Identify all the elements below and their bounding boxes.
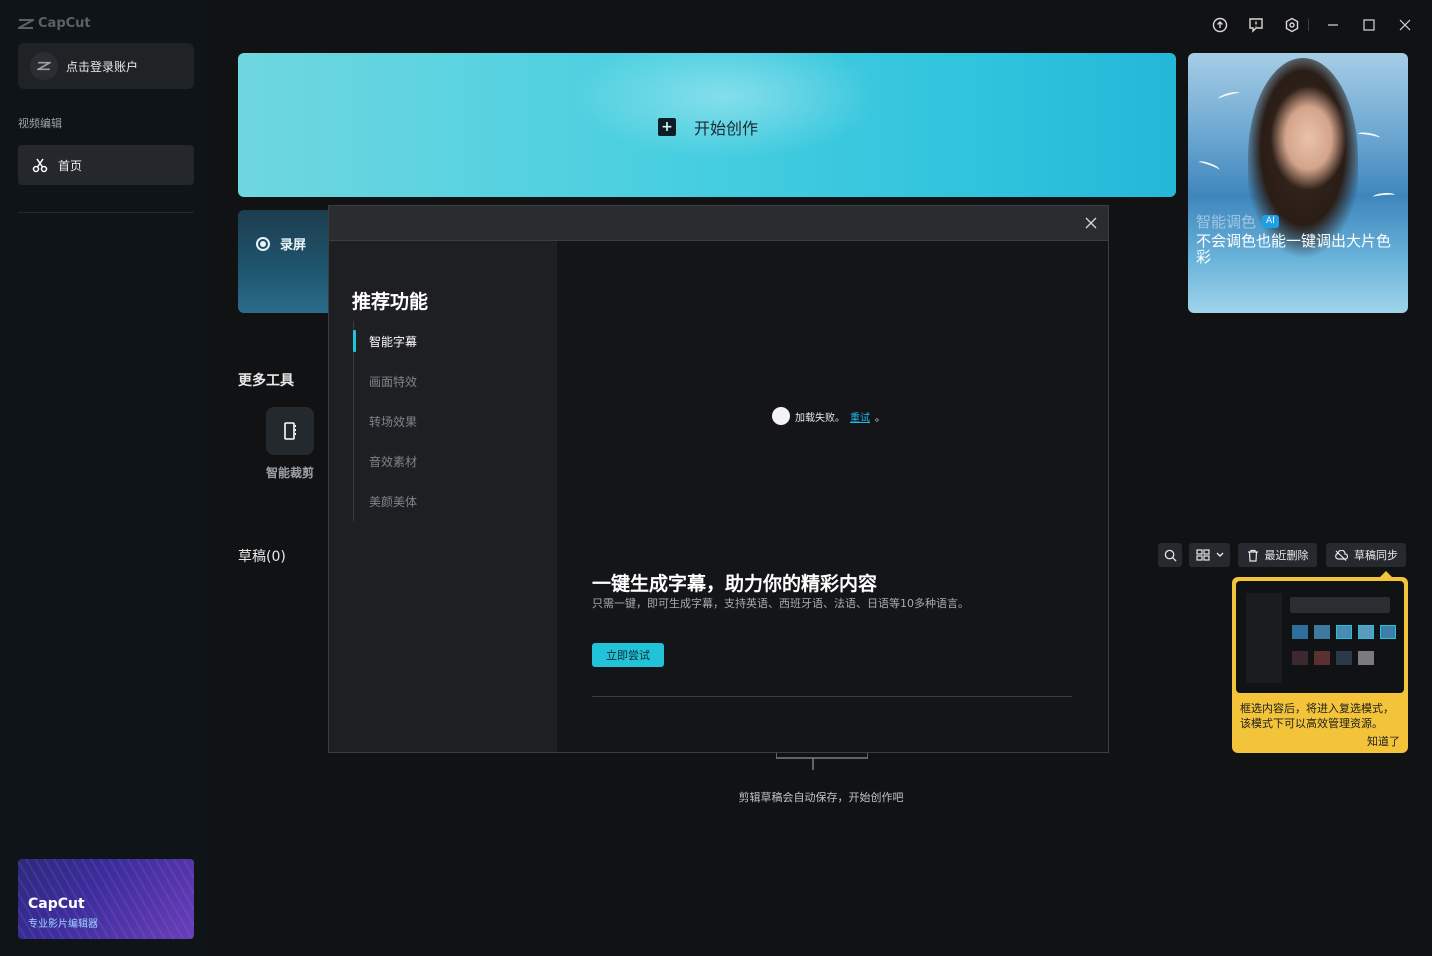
settings-icon[interactable] <box>1282 15 1302 35</box>
search-button[interactable] <box>1158 543 1182 567</box>
dialog-sidebar: 推荐功能 智能字幕 画面特效 转场效果 音效素材 美颜美体 <box>329 241 557 752</box>
toolbar-separator <box>1303 15 1313 35</box>
app-logo-text: CapCut <box>38 16 91 31</box>
tooltip-ok-button[interactable]: 知道了 <box>1367 733 1400 749</box>
loading-icon <box>772 407 790 425</box>
avatar <box>30 52 58 80</box>
record-icon <box>256 236 270 251</box>
retry-suffix: 。 <box>875 412 885 424</box>
seagull-decoration <box>1197 159 1221 173</box>
app-logo: CapCut <box>18 16 91 31</box>
feature-card-smart-color[interactable]: 智能调色 AI 不会调色也能一键调出大片色彩 <box>1188 53 1408 313</box>
multi-select-tooltip: 框选内容后，将进入复选模式，该模式下可以高效管理资源。 知道了 <box>1232 571 1408 753</box>
tooltip-text: 框选内容后，将进入复选模式，该模式下可以高效管理资源。 <box>1240 702 1394 730</box>
menu-item-sound-effects[interactable]: 音效素材 <box>354 441 533 481</box>
chevron-down-icon <box>1216 552 1223 557</box>
smart-crop-icon <box>284 422 296 440</box>
more-tools-title: 更多工具 <box>238 373 294 389</box>
feature-description: 不会调色也能一键调出大片色彩 <box>1196 232 1392 266</box>
minimize-icon[interactable] <box>1323 15 1343 35</box>
plus-icon: + <box>658 118 676 136</box>
smart-crop-label: 智能裁剪 <box>265 466 314 480</box>
menu-item-beauty[interactable]: 美颜美体 <box>354 481 533 521</box>
start-create-button[interactable]: + 开始创作 <box>238 53 1176 197</box>
try-now-button[interactable]: 立即尝试 <box>592 643 664 667</box>
smart-crop-button[interactable] <box>266 407 314 455</box>
close-icon[interactable] <box>1395 15 1415 35</box>
draft-sync-label: 草稿同步 <box>1354 549 1398 562</box>
menu-item-smart-subtitles[interactable]: 智能字幕 <box>353 321 533 361</box>
capcut-logo-icon <box>18 18 34 29</box>
start-create-label: 开始创作 <box>694 119 759 138</box>
view-toggle-button[interactable] <box>1189 543 1230 567</box>
feature-tag-label: 智能调色 <box>1196 213 1257 231</box>
sidebar: CapCut 点击登录账户 视频编辑 首页 CapCut 专业影片编辑器 <box>0 0 212 956</box>
feature-heading: 一键生成字幕，助力你的精彩内容 <box>592 573 878 595</box>
trash-icon <box>1247 549 1258 562</box>
start-create-content: + 开始创作 <box>658 115 758 139</box>
menu-item-transitions[interactable]: 转场效果 <box>354 401 533 441</box>
dialog-header <box>329 206 1108 241</box>
promo-title: CapCut <box>28 896 85 912</box>
avatar-icon <box>37 61 51 71</box>
load-failed-text: 加载失败。 <box>795 412 845 424</box>
retry-link[interactable]: 重试 <box>850 409 870 424</box>
feature-tag: 智能调色 AI <box>1196 211 1279 232</box>
load-failed-message: 加载失败。 重试。 <box>772 407 885 425</box>
scissors-icon <box>32 158 48 173</box>
recent-delete-label: 最近删除 <box>1264 549 1309 562</box>
seagull-decoration <box>1372 192 1396 200</box>
seagull-decoration <box>1357 131 1381 141</box>
record-screen-button[interactable]: 录屏 <box>238 210 338 313</box>
dialog-close-icon[interactable] <box>1082 214 1100 232</box>
search-icon <box>1164 549 1177 562</box>
sidebar-item-label: 首页 <box>58 158 83 173</box>
feature-subheading: 只需一键，即可生成字幕，支持英语、西班牙语、法语、日语等10多种语言。 <box>592 597 969 610</box>
grid-view-icon <box>1195 549 1210 561</box>
login-button[interactable]: 点击登录账户 <box>18 43 194 89</box>
record-screen-label: 录屏 <box>280 238 307 253</box>
empty-drafts-text: 剪辑草稿会自动保存，开始创作吧 <box>738 791 904 804</box>
cloud-off-icon <box>1335 549 1348 561</box>
sidebar-divider <box>18 212 194 213</box>
dialog-title: 推荐功能 <box>352 291 429 313</box>
feature-menu: 智能字幕 画面特效 转场效果 音效素材 美颜美体 <box>353 321 533 521</box>
sidebar-item-home[interactable]: 首页 <box>18 145 194 185</box>
upload-icon[interactable] <box>1210 15 1230 35</box>
recommended-features-dialog: 推荐功能 智能字幕 画面特效 转场效果 音效素材 美颜美体 加载失败。 重试。 一… <box>328 205 1109 753</box>
section-label-video-edit: 视频编辑 <box>18 117 62 130</box>
tooltip-preview-image <box>1236 581 1404 693</box>
drafts-title: 草稿(0) <box>238 549 286 565</box>
feedback-icon[interactable] <box>1246 15 1266 35</box>
record-screen-content: 录屏 <box>256 234 306 253</box>
ai-badge: AI <box>1262 215 1279 228</box>
maximize-icon[interactable] <box>1359 15 1379 35</box>
menu-item-visual-effects[interactable]: 画面特效 <box>354 361 533 401</box>
login-label: 点击登录账户 <box>66 59 139 74</box>
dialog-divider <box>592 696 1072 697</box>
draft-sync-button[interactable]: 草稿同步 <box>1326 543 1406 567</box>
recent-delete-button[interactable]: 最近删除 <box>1238 543 1317 567</box>
promo-banner[interactable]: CapCut 专业影片编辑器 <box>18 859 194 939</box>
promo-subtitle: 专业影片编辑器 <box>28 919 98 930</box>
seagull-decoration <box>1217 90 1241 102</box>
